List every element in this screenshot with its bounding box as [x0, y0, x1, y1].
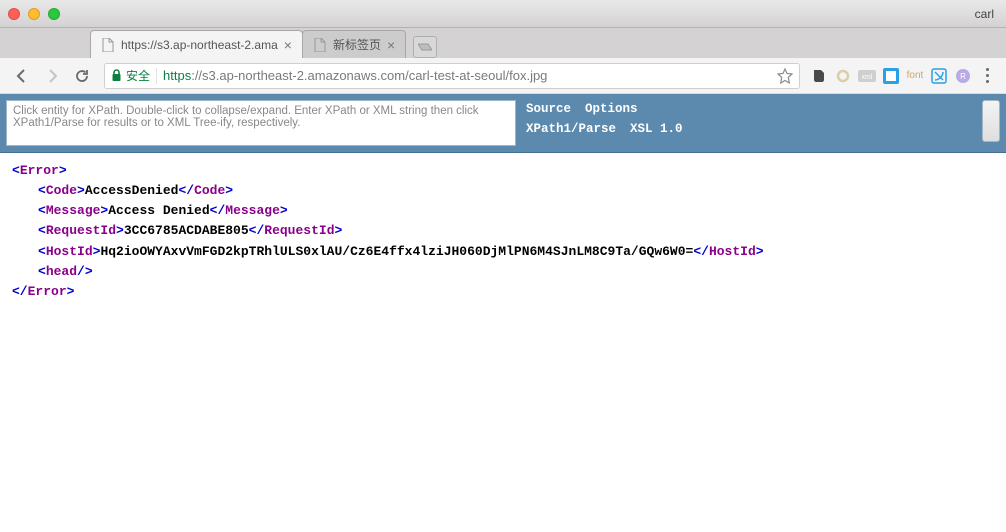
- secure-badge[interactable]: 安全: [111, 67, 150, 84]
- maximize-window-button[interactable]: [48, 8, 60, 20]
- options-link[interactable]: Options: [585, 102, 638, 116]
- xml-line[interactable]: <head/>: [12, 262, 994, 282]
- separator: [156, 68, 157, 84]
- forward-button[interactable]: [38, 63, 66, 89]
- tab-title: https://s3.ap-northeast-2.ama: [121, 38, 278, 52]
- new-tab-button[interactable]: [413, 36, 437, 58]
- tab-strip: https://s3.ap-northeast-2.ama × 新标签页 ×: [0, 28, 1006, 58]
- reload-button[interactable]: [68, 63, 96, 89]
- close-window-button[interactable]: [8, 8, 20, 20]
- xml-viewer-menu: Source Options XPath1/Parse XSL 1.0: [526, 100, 683, 136]
- xml-line[interactable]: <RequestId>3CC6785ACDABE805</RequestId>: [12, 221, 994, 241]
- svg-text:R: R: [960, 72, 966, 81]
- bookmark-star-icon[interactable]: [777, 68, 793, 84]
- browser-tab-1[interactable]: https://s3.ap-northeast-2.ama ×: [90, 30, 303, 58]
- nav-buttons: [8, 63, 96, 89]
- file-icon: [101, 38, 115, 52]
- xpath-input[interactable]: [6, 100, 516, 146]
- extension-icon[interactable]: [928, 65, 950, 87]
- xml-line[interactable]: <Code>AccessDenied</Code>: [12, 181, 994, 201]
- back-button[interactable]: [8, 63, 36, 89]
- secure-label: 安全: [126, 67, 150, 84]
- extensions-area: xml font R: [808, 65, 998, 87]
- extension-icon[interactable]: [880, 65, 902, 87]
- traffic-lights: [8, 8, 60, 20]
- extension-font-icon[interactable]: font: [904, 65, 926, 87]
- close-tab-icon[interactable]: ×: [284, 37, 292, 53]
- extension-evernote-icon[interactable]: [808, 65, 830, 87]
- profile-name[interactable]: carl: [975, 7, 994, 21]
- xml-line[interactable]: <HostId>Hq2ioOWYAxvVmFGD2kpTRhlULS0xlAU/…: [12, 242, 994, 262]
- xml-viewer-toolbar: Source Options XPath1/Parse XSL 1.0: [0, 94, 1006, 153]
- xpath-parse-link[interactable]: XPath1/Parse: [526, 122, 616, 136]
- url-text: https://s3.ap-northeast-2.amazonaws.com/…: [163, 68, 547, 83]
- svg-text:xml: xml: [862, 74, 873, 81]
- extension-icon[interactable]: xml: [856, 65, 878, 87]
- browser-menu-button[interactable]: [976, 68, 998, 83]
- xml-line[interactable]: <Message>Access Denied</Message>: [12, 201, 994, 221]
- address-bar[interactable]: 安全 https://s3.ap-northeast-2.amazonaws.c…: [104, 63, 800, 89]
- minimize-window-button[interactable]: [28, 8, 40, 20]
- xml-line[interactable]: </Error>: [12, 282, 994, 302]
- scroll-thumb[interactable]: [982, 100, 1000, 142]
- xml-line[interactable]: <Error>: [12, 161, 994, 181]
- window-titlebar: carl: [0, 0, 1006, 28]
- file-icon: [313, 38, 327, 52]
- lock-icon: [111, 69, 122, 82]
- xml-content: <Error> <Code>AccessDenied</Code> <Messa…: [0, 153, 1006, 310]
- browser-tab-2[interactable]: 新标签页 ×: [302, 30, 406, 58]
- xsl-link[interactable]: XSL 1.0: [630, 122, 683, 136]
- tab-title: 新标签页: [333, 36, 381, 53]
- extension-icon[interactable]: [832, 65, 854, 87]
- browser-toolbar: 安全 https://s3.ap-northeast-2.amazonaws.c…: [0, 58, 1006, 94]
- extension-icon[interactable]: R: [952, 65, 974, 87]
- source-link[interactable]: Source: [526, 102, 571, 116]
- close-tab-icon[interactable]: ×: [387, 37, 395, 53]
